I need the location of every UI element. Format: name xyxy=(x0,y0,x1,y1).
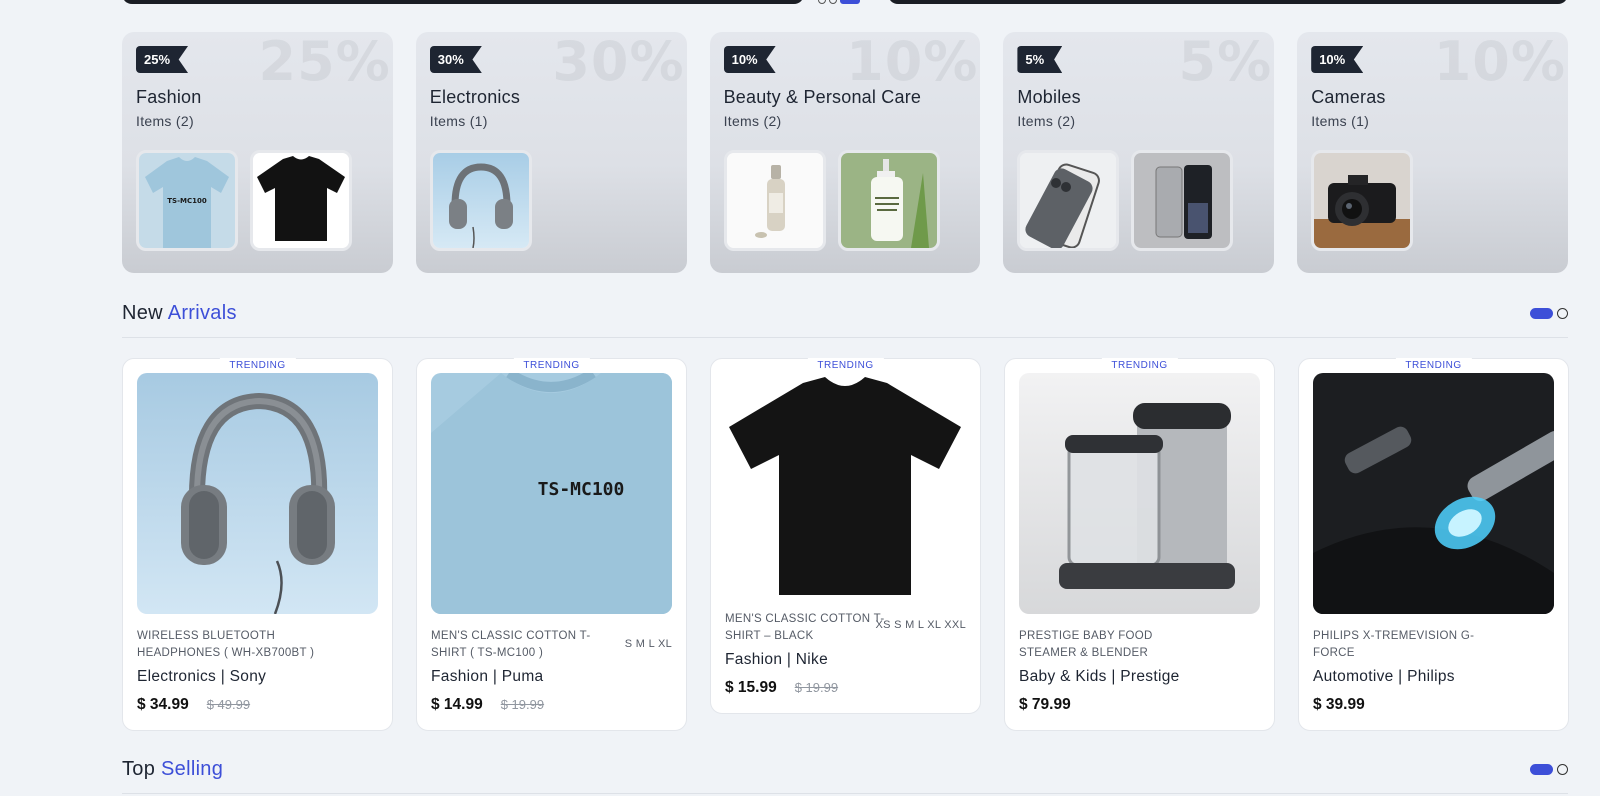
product-name[interactable]: PRESTIGE BABY FOOD STEAMER & BLENDER xyxy=(1019,628,1260,662)
top-selling-header: Top Selling xyxy=(122,758,1568,794)
category-card-fashion[interactable]: 25% 25% Fashion Items (2) TS-MC100 xyxy=(122,32,393,273)
svg-text:TS-MC100: TS-MC100 xyxy=(538,479,625,500)
section-title-highlight: Arrivals xyxy=(167,302,237,324)
pager-dot-active[interactable] xyxy=(1530,308,1553,319)
product-price: $ 39.99 xyxy=(1313,696,1365,713)
discount-tag: 5% xyxy=(1017,46,1063,73)
product-image-food-steamer[interactable] xyxy=(1019,373,1260,614)
pager-dot[interactable] xyxy=(1557,764,1568,775)
product-old-price: $ 19.99 xyxy=(794,680,839,695)
category-count: Items (1) xyxy=(1311,113,1370,129)
product-sizes: S M L XL xyxy=(624,638,672,650)
section-title: New Arrivals xyxy=(122,302,1568,325)
discount-watermark: 5% xyxy=(1178,32,1273,93)
category-title: Mobiles xyxy=(1017,87,1081,107)
discount-tag: 30% xyxy=(429,46,482,73)
product-sizes: XS S M L XL XXL xyxy=(875,619,966,631)
section-title: Top Selling xyxy=(122,758,1568,781)
product-thumb-headphones[interactable] xyxy=(429,150,532,251)
product-image-headlight-bulb[interactable] xyxy=(1313,373,1554,614)
category-count: Items (2) xyxy=(136,113,194,129)
section-title-plain: Top xyxy=(122,758,156,780)
category-title: Fashion xyxy=(136,87,202,107)
product-old-price: $ 49.99 xyxy=(206,697,251,712)
product-thumb-serum-bottle[interactable] xyxy=(723,150,826,251)
category-cards: 25% 25% Fashion Items (2) TS-MC100 30% 3… xyxy=(122,32,1568,273)
hero-pager-dot[interactable] xyxy=(818,0,826,4)
product-thumb-camera[interactable] xyxy=(1311,150,1414,251)
top-selling-pager xyxy=(1530,764,1568,775)
hero-banner-right[interactable] xyxy=(888,0,1568,4)
category-title: Beauty & Personal Care xyxy=(723,87,922,107)
category-title: Electronics xyxy=(429,87,521,107)
product-image-headphones[interactable] xyxy=(137,373,378,614)
hero-carousel-edge xyxy=(0,0,1600,8)
svg-text:TS-MC100: TS-MC100 xyxy=(167,197,207,205)
category-card-electronics[interactable]: 30% 30% Electronics Items (1) xyxy=(415,32,687,273)
hero-pager-dot[interactable] xyxy=(829,0,837,4)
product-thumb-tshirt-black[interactable] xyxy=(250,150,352,251)
product-name[interactable]: PHILIPS X-TREMEVISION G-FORCE xyxy=(1313,628,1554,662)
trending-badge: TRENDING xyxy=(1101,358,1178,373)
discount-watermark: 25% xyxy=(258,32,391,93)
product-category-brand[interactable]: Electronics | Sony xyxy=(137,668,378,686)
product-price: $ 14.99 xyxy=(431,696,483,713)
product-category-brand[interactable]: Fashion | Puma xyxy=(431,668,672,686)
category-count: Items (2) xyxy=(723,113,782,129)
discount-tag: 10% xyxy=(1311,46,1364,73)
trending-badge: TRENDING xyxy=(219,358,296,373)
hero-pager-dot-active[interactable] xyxy=(840,0,860,4)
section-divider xyxy=(122,337,1568,338)
hero-banner-left[interactable] xyxy=(122,0,804,4)
product-thumb-iphone[interactable] xyxy=(1017,150,1120,251)
section-divider xyxy=(122,793,1568,794)
pager-dot[interactable] xyxy=(1557,308,1568,319)
product-name[interactable]: WIRELESS BLUETOOTH HEADPHONES ( WH-XB700… xyxy=(137,628,378,662)
product-price: $ 15.99 xyxy=(725,679,777,696)
discount-watermark: 10% xyxy=(846,32,979,93)
new-arrivals-header: New Arrivals xyxy=(122,302,1568,338)
category-title: Cameras xyxy=(1311,87,1386,107)
product-category-brand[interactable]: Fashion | Nike xyxy=(725,651,966,669)
product-thumb-face-wash[interactable] xyxy=(837,150,940,251)
new-arrivals-pager xyxy=(1530,308,1568,319)
product-category-brand[interactable]: Automotive | Philips xyxy=(1313,668,1554,686)
product-category-brand[interactable]: Baby & Kids | Prestige xyxy=(1019,668,1260,686)
product-card[interactable]: TRENDING WIRELESS BLUETOOTH HEADPHONES (… xyxy=(122,358,393,731)
category-count: Items (1) xyxy=(429,113,488,129)
product-image-tshirt-black[interactable] xyxy=(725,373,966,609)
discount-tag: 25% xyxy=(136,46,189,73)
category-count: Items (2) xyxy=(1017,113,1076,129)
category-card-beauty[interactable]: 10% 10% Beauty & Personal Care Items (2) xyxy=(709,32,981,273)
trending-badge: TRENDING xyxy=(807,358,884,373)
product-thumb-tshirt-blue[interactable]: TS-MC100 xyxy=(136,150,238,251)
section-title-highlight: Selling xyxy=(161,758,224,780)
product-thumb-android-phone[interactable] xyxy=(1131,150,1234,251)
hero-pager xyxy=(818,0,860,4)
trending-badge: TRENDING xyxy=(1395,358,1472,373)
product-card[interactable]: TRENDING PRESTIGE BABY FOOD STEAMER & BL… xyxy=(1004,358,1275,731)
discount-tag: 10% xyxy=(723,46,776,73)
product-card[interactable]: TRENDING MEN'S CLASSIC COTTON T-SHIRT – … xyxy=(710,358,981,714)
discount-watermark: 10% xyxy=(1433,32,1566,93)
trending-badge: TRENDING xyxy=(513,358,590,373)
category-card-cameras[interactable]: 10% 10% Cameras Items (1) xyxy=(1297,32,1568,273)
product-price: $ 79.99 xyxy=(1019,696,1071,713)
pager-dot-active[interactable] xyxy=(1530,764,1553,775)
product-price: $ 34.99 xyxy=(137,696,189,713)
product-card[interactable]: TRENDING PHILIPS X-TREMEVISION G-FORCE A… xyxy=(1298,358,1569,731)
discount-watermark: 30% xyxy=(552,32,685,93)
category-card-mobiles[interactable]: 5% 5% Mobiles Items (2) xyxy=(1003,32,1275,273)
product-image-tshirt-blue[interactable]: TS-MC100 xyxy=(431,373,672,614)
product-old-price: $ 19.99 xyxy=(500,697,545,712)
new-arrivals-list: TRENDING WIRELESS BLUETOOTH HEADPHONES (… xyxy=(122,358,1569,731)
product-card[interactable]: TRENDING TS-MC100 MEN'S CLASSIC COTTON T… xyxy=(416,358,687,731)
section-title-plain: New xyxy=(122,302,163,324)
